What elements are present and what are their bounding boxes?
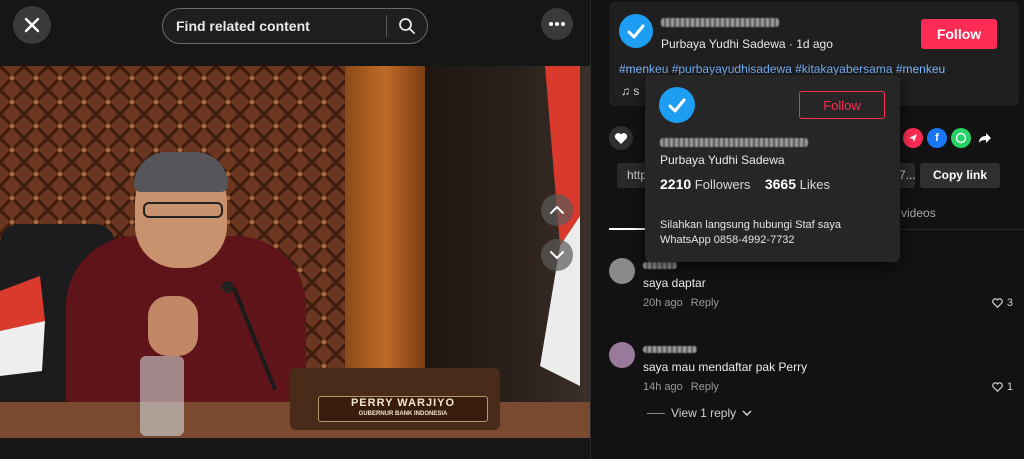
comment-like-button[interactable]: 3: [992, 297, 1013, 309]
heart-icon: [614, 132, 628, 144]
view-replies-button[interactable]: View 1 reply: [647, 406, 752, 420]
video-top-bar: Find related content: [0, 0, 590, 66]
music-note-icon: ♫: [621, 84, 634, 98]
likes-label: Likes: [799, 177, 830, 192]
popover-display-name: Purbaya Yudhi Sadewa: [660, 153, 785, 167]
whatsapp-icon[interactable]: [951, 128, 971, 148]
popover-stats: 2210 Followers 3665 Likes: [660, 176, 830, 192]
popover-username-blurred[interactable]: [660, 138, 808, 147]
search-input[interactable]: Find related content: [163, 18, 386, 34]
share-arrow-icon[interactable]: [975, 128, 995, 148]
profile-popover: Follow Purbaya Yudhi Sadewa 2210 Followe…: [645, 75, 900, 262]
close-button[interactable]: [13, 6, 51, 44]
commenter-avatar[interactable]: [609, 258, 635, 284]
tiktok-video-view: Find related content PERRY WARJIYO GUBER…: [0, 0, 1024, 459]
chevron-down-icon: [550, 251, 564, 260]
view-replies-label: View 1 reply: [671, 406, 737, 420]
heart-outline-icon: [992, 382, 1003, 392]
commenter-name-blurred[interactable]: [643, 346, 697, 353]
video-person-hair: [134, 152, 228, 192]
author-username-blurred[interactable]: [661, 18, 779, 27]
video-player[interactable]: PERRY WARJIYO GUBERNUR BANK INDONESIA: [0, 66, 590, 438]
comment-text: saya mau mendaftar pak Perry: [643, 360, 808, 374]
search-icon[interactable]: [387, 17, 427, 35]
commenter-name-blurred[interactable]: [643, 262, 677, 269]
like-button[interactable]: [609, 126, 633, 150]
hashtags[interactable]: #menkeu #purbayayudhisadewa #kitakayaber…: [619, 62, 945, 76]
chevron-down-icon: [742, 410, 752, 416]
send-to-friends-icon[interactable]: [903, 128, 923, 148]
popover-avatar[interactable]: [659, 87, 695, 123]
followers-label: Followers: [694, 177, 751, 192]
tab-comments-indicator: [609, 228, 645, 230]
comment-item: saya daptar 20h ago Reply 3: [609, 258, 1019, 314]
video-link-tail: 7...: [899, 168, 915, 182]
share-icons: f: [903, 128, 995, 148]
video-pane: Find related content PERRY WARJIYO GUBER…: [0, 0, 590, 459]
video-person-glasses: [143, 202, 223, 218]
more-dots-icon: [549, 22, 565, 26]
followers-count: 2210: [660, 176, 692, 192]
popover-follow-button[interactable]: Follow: [799, 91, 885, 119]
indonesian-flag-right: [540, 66, 580, 386]
reply-button[interactable]: Reply: [691, 381, 719, 393]
nameplate-name: PERRY WARJIYO: [350, 397, 456, 409]
heart-outline-icon: [992, 298, 1003, 308]
chevron-up-icon: [550, 205, 564, 214]
comment-like-count: 1: [1006, 381, 1013, 393]
commenter-avatar[interactable]: [609, 342, 635, 368]
indonesian-flag-left: [0, 276, 45, 376]
previous-video-button[interactable]: [541, 194, 573, 226]
facebook-icon[interactable]: f: [927, 128, 947, 148]
author-name-date: Purbaya Yudhi Sadewa · 1d ago: [661, 37, 833, 51]
view-replies-line: [647, 412, 665, 414]
comment-meta: 14h ago Reply: [643, 381, 719, 393]
verified-check-icon: [668, 98, 686, 113]
comment-text: saya daptar: [643, 276, 706, 290]
nameplate-label: PERRY WARJIYO GUBERNUR BANK INDONESIA: [318, 396, 488, 422]
search-box[interactable]: Find related content: [162, 8, 428, 44]
follow-button[interactable]: Follow: [921, 19, 997, 49]
nameplate-title: GUBERNUR BANK INDONESIA: [358, 411, 448, 417]
video-person-hand: [148, 296, 198, 356]
more-options-button[interactable]: [541, 8, 573, 40]
author-avatar[interactable]: [619, 14, 653, 48]
likes-count: 3665: [764, 176, 797, 192]
popover-bio-line-2: WhatsApp 0858-4992-7732: [660, 234, 795, 246]
video-link-text: http: [627, 168, 648, 182]
next-video-button[interactable]: [541, 239, 573, 271]
comment-time: 20h ago: [643, 297, 683, 309]
comment-like-button[interactable]: 1: [992, 381, 1013, 393]
video-water-glass: [140, 356, 184, 436]
comment-meta: 20h ago Reply: [643, 297, 719, 309]
comment-time: 14h ago: [643, 381, 683, 393]
verified-check-icon: [627, 24, 645, 39]
reply-button[interactable]: Reply: [691, 297, 719, 309]
music-text: s: [633, 84, 640, 98]
comment-like-count: 3: [1006, 297, 1013, 309]
comment-item: saya mau mendaftar pak Perry 14h ago Repl…: [609, 342, 1019, 398]
music-row[interactable]: ♫ s: [621, 84, 639, 98]
close-icon: [24, 17, 40, 33]
popover-bio-line-1: Silahkan langsung hubungi Staf saya: [660, 219, 842, 231]
copy-link-button[interactable]: Copy link: [920, 163, 1000, 188]
